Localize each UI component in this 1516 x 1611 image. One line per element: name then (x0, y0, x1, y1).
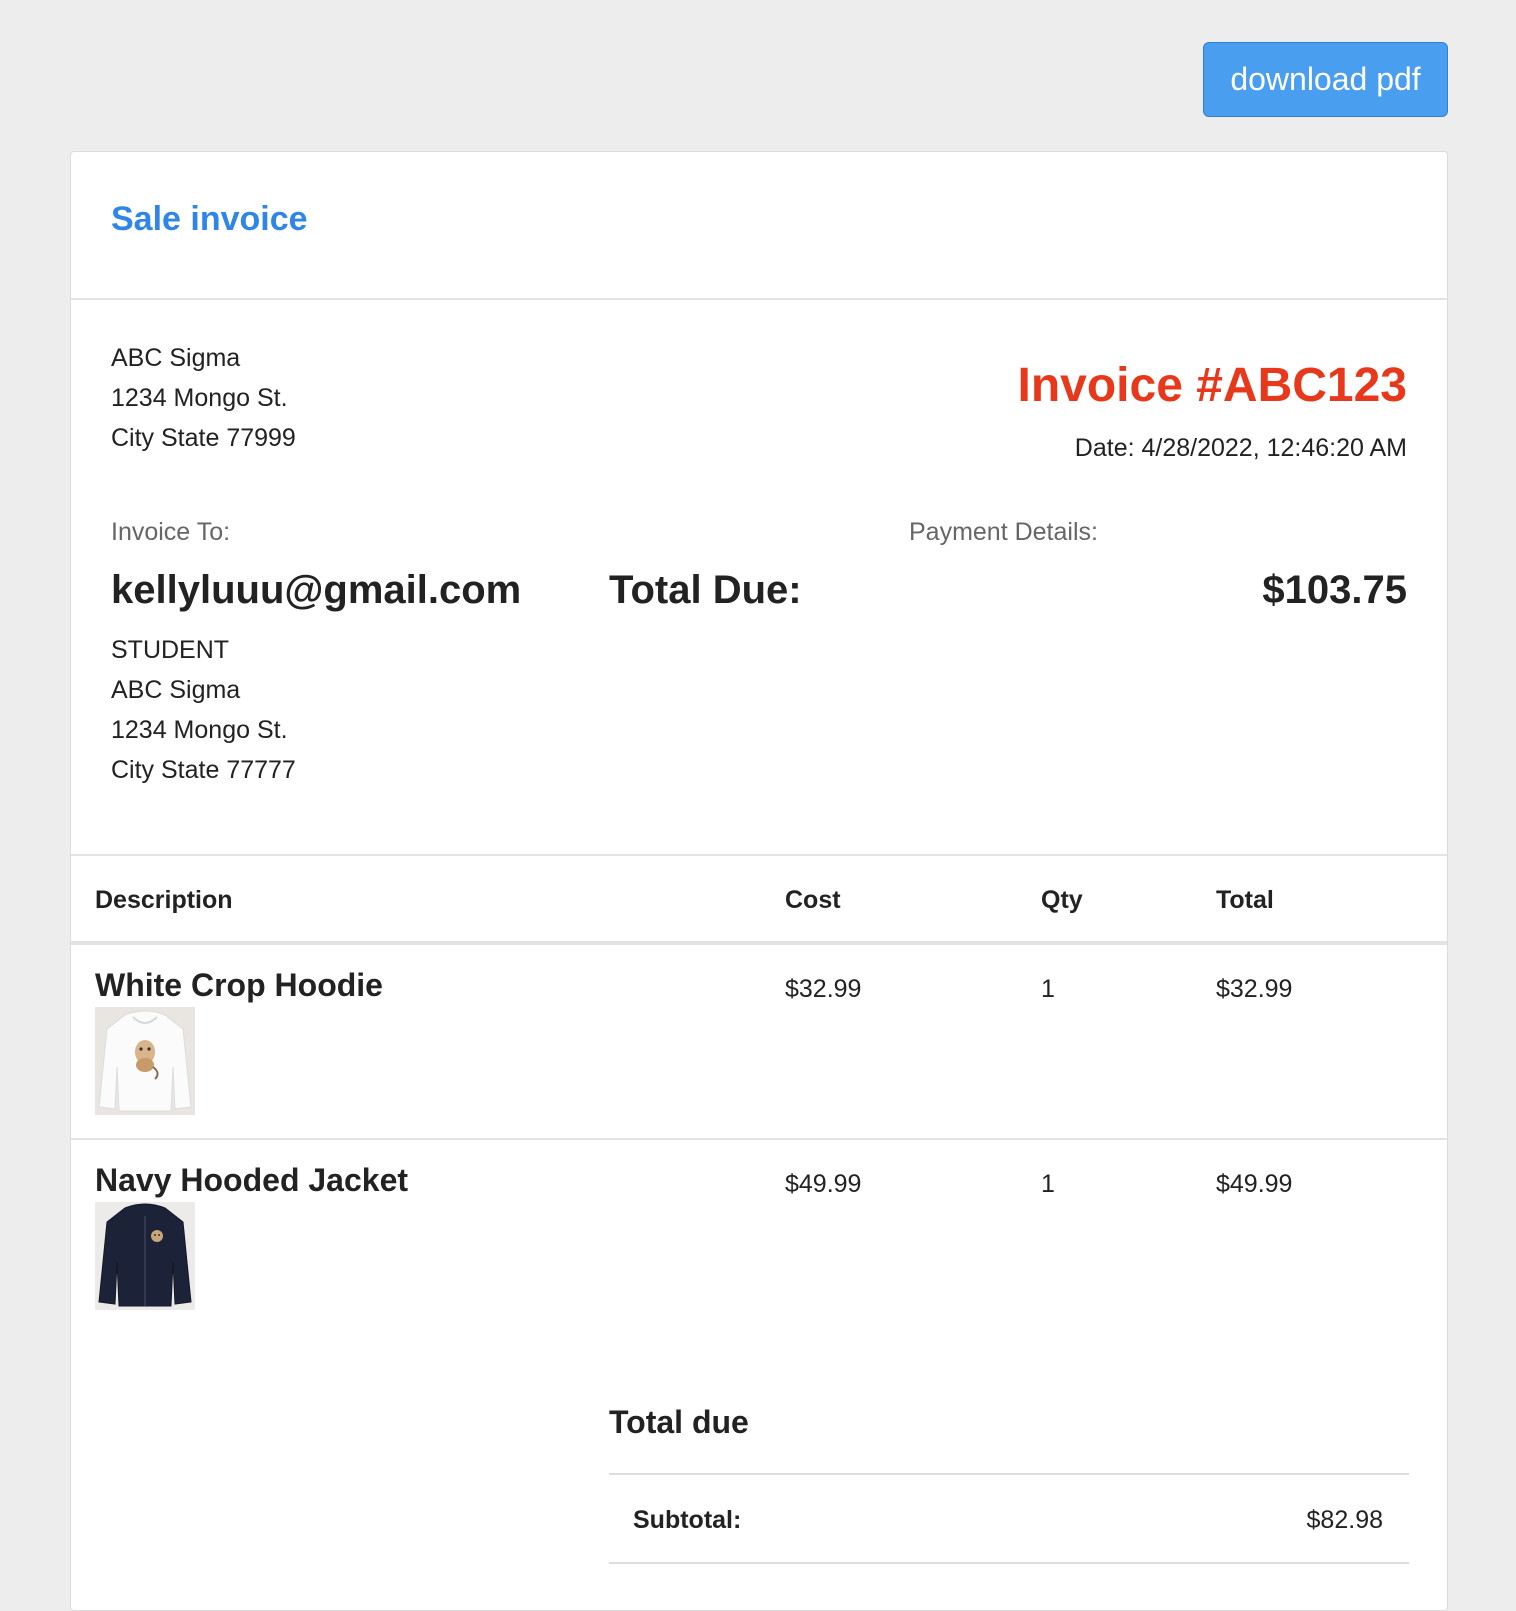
customer-street: 1234 Mongo St. (111, 716, 288, 744)
navy-jacket-image (95, 1202, 195, 1310)
table-row: White Crop Hoodie $32.99 1 $32.99 (71, 947, 1447, 1140)
customer-city: City State 77777 (111, 756, 296, 784)
table-row: Navy Hooded Jacket $49.99 1 $49.99 (71, 1142, 1447, 1342)
summary-divider (609, 1473, 1409, 1475)
download-pdf-button[interactable]: download pdf (1203, 42, 1448, 117)
subtotal-value: $82.98 (1306, 1506, 1383, 1534)
customer-role: STUDENT (111, 636, 230, 664)
total-due-value: $103.75 (1262, 568, 1407, 612)
column-header-total: Total (1216, 886, 1274, 914)
summary-title: Total due (609, 1404, 749, 1440)
seller-name: ABC Sigma (111, 344, 241, 372)
column-header-description: Description (95, 886, 233, 914)
column-header-cost: Cost (785, 886, 841, 914)
invoice-card: Sale invoice ABC Sigma 1234 Mongo St. Ci… (70, 151, 1448, 1611)
total-due-label: Total Due: (609, 568, 802, 612)
subtotal-label: Subtotal: (633, 1506, 742, 1534)
item-total: $32.99 (1216, 975, 1293, 1003)
item-qty: 1 (1041, 975, 1055, 1003)
card-title: Sale invoice (111, 200, 308, 238)
customer-company: ABC Sigma (111, 676, 241, 704)
seller-address: ABC Sigma 1234 Mongo St. City State 7799… (111, 338, 296, 458)
item-name: White Crop Hoodie (95, 967, 383, 1003)
item-cost: $49.99 (785, 1170, 862, 1198)
items-table-header: Description Cost Qty Total (71, 854, 1447, 945)
card-header: Sale invoice (71, 152, 1447, 300)
invoice-to-label: Invoice To: (111, 518, 231, 546)
item-total: $49.99 (1216, 1170, 1293, 1198)
column-header-qty: Qty (1041, 886, 1083, 914)
customer-email: kellyluuu@gmail.com (111, 568, 522, 612)
white-hoodie-image (95, 1007, 195, 1115)
summary-divider (609, 1562, 1409, 1564)
item-cost: $32.99 (785, 975, 862, 1003)
customer-address: STUDENT ABC Sigma 1234 Mongo St. City St… (111, 630, 296, 790)
invoice-date: Date: 4/28/2022, 12:46:20 AM (1074, 434, 1407, 462)
seller-street: 1234 Mongo St. (111, 384, 288, 412)
item-qty: 1 (1041, 1170, 1055, 1198)
invoice-number: Invoice #ABC123 (1017, 359, 1407, 412)
item-name: Navy Hooded Jacket (95, 1162, 409, 1198)
payment-details-label: Payment Details: (909, 518, 1098, 546)
seller-city: City State 77999 (111, 424, 296, 452)
